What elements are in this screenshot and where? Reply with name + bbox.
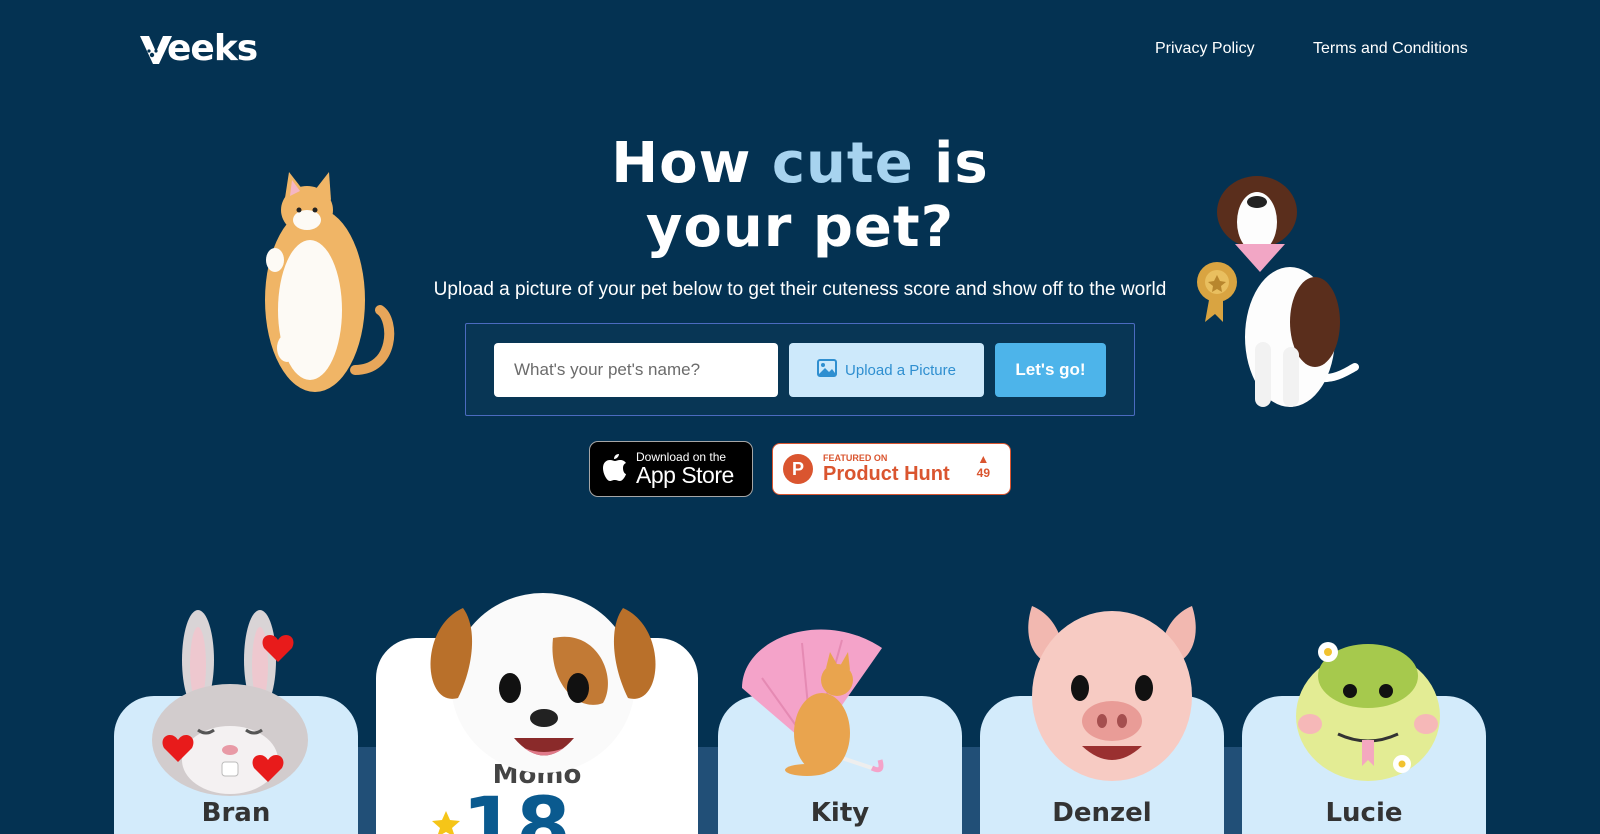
snake-icon [1288, 636, 1448, 790]
ph-name-text: Product Hunt [823, 463, 950, 485]
hero-subtitle: Upload a picture of your pet below to ge… [433, 279, 1167, 300]
pet-name-input[interactable] [494, 343, 778, 397]
upload-picture-button[interactable]: Upload a Picture [789, 343, 984, 397]
cat-umbrella-icon [722, 618, 922, 792]
ph-featured-text: FEATURED ON [823, 453, 888, 463]
upload-picture-label: Upload a Picture [845, 361, 956, 379]
privacy-policy-link[interactable]: Privacy Policy [1155, 40, 1255, 58]
bunny-icon [148, 610, 318, 804]
app-store-badge[interactable]: Download on the App Store [589, 441, 753, 497]
pet-name: Kity [810, 798, 870, 828]
hero-title-line2: your pet? [645, 195, 955, 260]
hero-title-accent: cute [771, 131, 914, 196]
paw-v-icon [139, 34, 172, 64]
hero-title-line1: How cute is [611, 131, 989, 196]
image-icon [817, 359, 838, 381]
lets-go-button[interactable]: Let's go! [995, 343, 1106, 397]
pet-name: Denzel [1052, 798, 1152, 828]
product-hunt-logo-icon: P [783, 454, 813, 484]
pet-name: Lucie [1325, 798, 1403, 828]
hero-title: How cute is your pet? [0, 132, 1600, 260]
product-hunt-badge[interactable]: P FEATURED ON Product Hunt ▲ 49 [772, 443, 1011, 495]
pig-icon [1022, 596, 1202, 790]
upvote-triangle-icon: ▲ [977, 452, 990, 466]
star-icon [431, 810, 461, 834]
app-store-big-text: App Store [636, 462, 734, 488]
apple-icon [602, 452, 628, 486]
cuteness-score: 18 [462, 782, 571, 834]
dog-icon [418, 588, 668, 777]
brand-name: eeks [167, 28, 258, 69]
ph-votes: ▲ 49 [976, 452, 990, 480]
brand-logo[interactable]: eeks [139, 28, 258, 69]
terms-link[interactable]: Terms and Conditions [1313, 40, 1468, 58]
